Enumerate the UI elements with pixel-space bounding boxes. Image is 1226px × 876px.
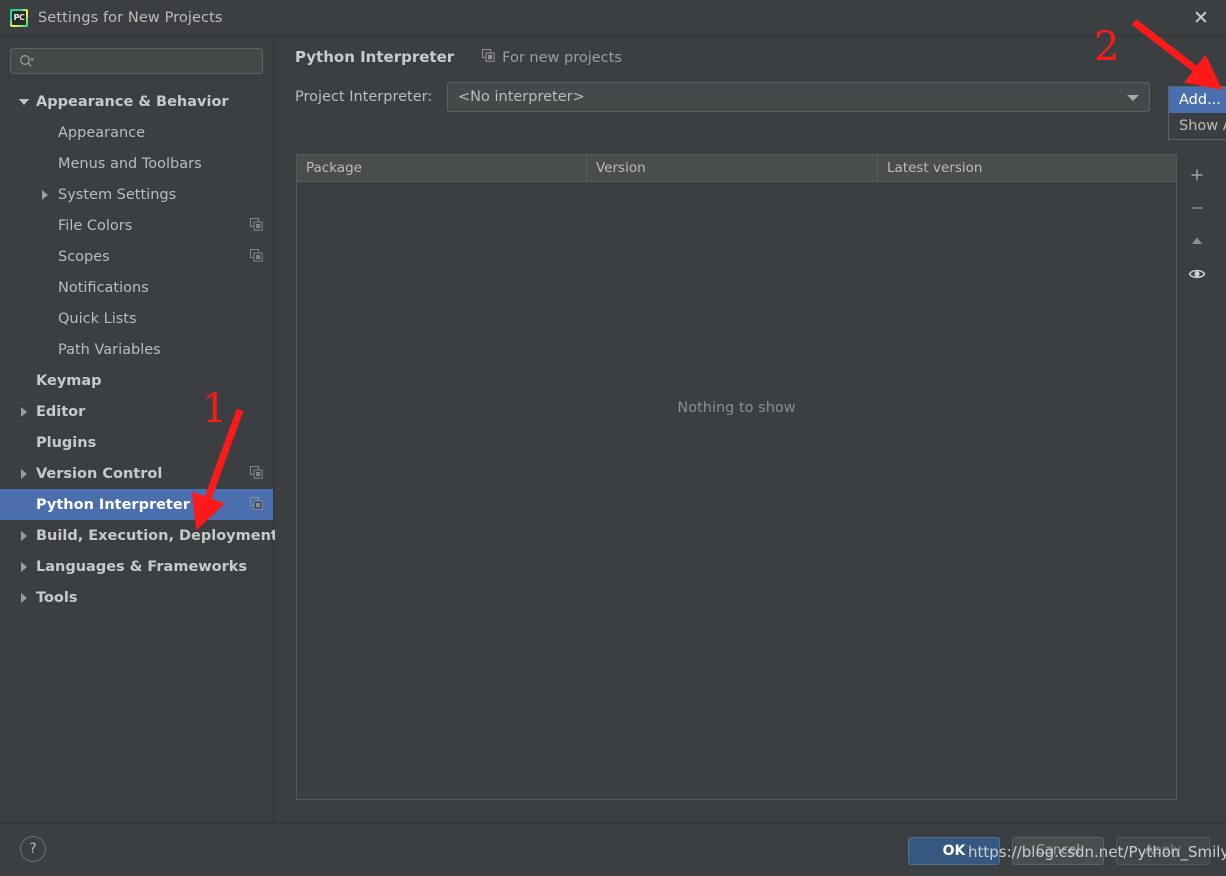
remove-package-button[interactable] bbox=[1184, 195, 1210, 221]
packages-toolbar bbox=[1178, 154, 1216, 800]
copy-settings-icon[interactable] bbox=[250, 464, 263, 483]
add-interpreter-menu: Add... Show A bbox=[1168, 86, 1226, 140]
chevron-right-icon bbox=[14, 468, 34, 479]
sidebar-item-keymap[interactable]: Keymap bbox=[0, 365, 273, 396]
sidebar-item-quick-lists[interactable]: Quick Lists bbox=[0, 303, 273, 334]
sidebar-item-menus-and-toolbars[interactable]: Menus and Toolbars bbox=[0, 148, 273, 179]
close-icon[interactable]: ✕ bbox=[1188, 5, 1214, 31]
sidebar-item-label: Menus and Toolbars bbox=[58, 155, 202, 172]
main-panel: Python Interpreter For new projects Proj… bbox=[275, 36, 1226, 823]
sidebar-item-appearance[interactable]: Appearance bbox=[0, 117, 273, 148]
window-title: Settings for New Projects bbox=[38, 9, 223, 26]
sidebar-item-appearance-behavior[interactable]: Appearance & Behavior bbox=[0, 86, 273, 117]
show-all-interpreters-menu-item[interactable]: Show A bbox=[1169, 113, 1226, 139]
chevron-down-icon bbox=[1127, 95, 1139, 101]
packages-table-header: Package Version Latest version bbox=[297, 155, 1176, 182]
settings-dialog: Settings for New Projects ✕ Appearance &… bbox=[0, 0, 1226, 876]
sidebar-item-file-colors[interactable]: File Colors bbox=[0, 210, 273, 241]
column-header-latest-version[interactable]: Latest version bbox=[878, 155, 1176, 181]
cancel-button[interactable]: Cancel bbox=[1012, 837, 1104, 865]
scope-chip[interactable]: For new projects bbox=[482, 49, 622, 66]
search-input[interactable] bbox=[35, 54, 262, 68]
sidebar-item-notifications[interactable]: Notifications bbox=[0, 272, 273, 303]
sidebar-item-plugins[interactable]: Plugins bbox=[0, 427, 273, 458]
sidebar-item-languages-frameworks[interactable]: Languages & Frameworks bbox=[0, 551, 273, 582]
sidebar-item-label: Editor bbox=[36, 403, 86, 420]
chevron-right-icon bbox=[14, 592, 34, 603]
sidebar-item-label: Notifications bbox=[58, 279, 149, 296]
project-interpreter-row: Project Interpreter: <No interpreter> bbox=[275, 82, 1226, 112]
chevron-right-icon bbox=[14, 406, 34, 417]
sidebar-item-label: Path Variables bbox=[58, 341, 161, 358]
sidebar-item-scopes[interactable]: Scopes bbox=[0, 241, 273, 272]
packages-table: Package Version Latest version Nothing to … bbox=[296, 154, 1177, 800]
chevron-right-icon bbox=[34, 189, 56, 200]
sidebar-item-label: Appearance bbox=[58, 124, 146, 141]
copy-scope-icon bbox=[482, 49, 495, 66]
sidebar-item-label: Version Control bbox=[36, 465, 163, 482]
main-header: Python Interpreter For new projects bbox=[275, 36, 1226, 66]
sidebar-item-label: Build, Execution, Deployment bbox=[36, 527, 278, 544]
copy-settings-icon[interactable] bbox=[250, 216, 263, 235]
dialog-footer: ? OK Cancel Apply bbox=[0, 823, 1226, 876]
settings-sidebar: Appearance & Behavior Appearance Menus and… bbox=[0, 36, 278, 823]
annotation-number-2: 2 bbox=[1094, 24, 1120, 70]
sidebar-item-label: Tools bbox=[36, 589, 78, 606]
search-area bbox=[0, 36, 273, 82]
copy-settings-icon[interactable] bbox=[250, 495, 263, 514]
annotation-number-1: 1 bbox=[202, 386, 228, 432]
sidebar-item-build-execution-deployment[interactable]: Build, Execution, Deployment bbox=[0, 520, 278, 551]
packages-empty-message: Nothing to show bbox=[677, 400, 796, 416]
sidebar-item-label: File Colors bbox=[58, 217, 133, 234]
sidebar-item-tools[interactable]: Tools bbox=[0, 582, 273, 613]
sidebar-item-system-settings[interactable]: System Settings bbox=[0, 179, 273, 210]
chevron-down-icon bbox=[14, 98, 34, 105]
chevron-right-icon bbox=[14, 561, 34, 572]
sidebar-item-label: System Settings bbox=[58, 186, 177, 203]
help-button[interactable]: ? bbox=[20, 836, 46, 862]
column-header-version[interactable]: Version bbox=[587, 155, 878, 181]
project-interpreter-select[interactable]: <No interpreter> bbox=[447, 82, 1150, 112]
column-header-package[interactable]: Package bbox=[297, 155, 587, 181]
add-package-button[interactable] bbox=[1184, 162, 1210, 188]
sidebar-item-label: Languages & Frameworks bbox=[36, 558, 248, 575]
page-title: Python Interpreter bbox=[295, 48, 455, 66]
sidebar-item-label: Keymap bbox=[36, 372, 102, 389]
packages-table-body[interactable]: Nothing to show bbox=[297, 182, 1176, 799]
upgrade-package-button[interactable] bbox=[1184, 228, 1210, 254]
sidebar-item-label: Quick Lists bbox=[58, 310, 137, 327]
apply-button[interactable]: Apply bbox=[1116, 837, 1210, 865]
chevron-right-icon bbox=[14, 530, 34, 541]
pycharm-icon bbox=[10, 8, 28, 27]
search-icon bbox=[19, 54, 35, 68]
scope-chip-label: For new projects bbox=[502, 49, 622, 66]
add-interpreter-menu-item[interactable]: Add... bbox=[1169, 87, 1226, 113]
sidebar-item-label: Appearance & Behavior bbox=[36, 93, 229, 110]
sidebar-item-label: Scopes bbox=[58, 248, 110, 265]
ok-button[interactable]: OK bbox=[908, 837, 1000, 865]
settings-tree: Appearance & Behavior Appearance Menus and… bbox=[0, 86, 278, 613]
sidebar-item-editor[interactable]: Editor bbox=[0, 396, 273, 427]
project-interpreter-value: <No interpreter> bbox=[458, 89, 585, 105]
sidebar-item-version-control[interactable]: Version Control bbox=[0, 458, 273, 489]
sidebar-item-label: Plugins bbox=[36, 434, 97, 451]
copy-settings-icon[interactable] bbox=[250, 247, 263, 266]
sidebar-item-path-variables[interactable]: Path Variables bbox=[0, 334, 273, 365]
project-interpreter-label: Project Interpreter: bbox=[295, 89, 433, 105]
title-bar: Settings for New Projects ✕ bbox=[0, 0, 1226, 36]
sidebar-item-label: Python Interpreter bbox=[36, 496, 190, 513]
show-early-releases-button[interactable] bbox=[1184, 261, 1210, 287]
search-box[interactable] bbox=[10, 48, 263, 74]
sidebar-item-python-interpreter[interactable]: Python Interpreter bbox=[0, 489, 273, 520]
